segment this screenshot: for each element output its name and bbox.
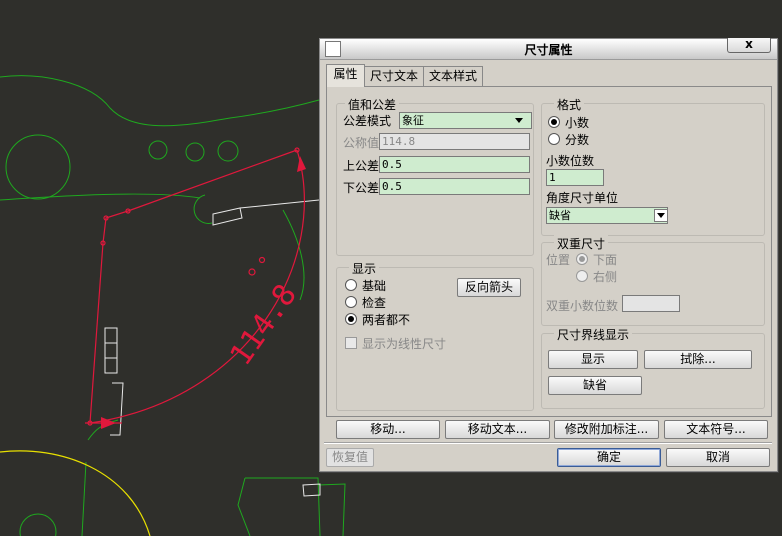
dual-decimals-field xyxy=(622,295,680,312)
fraction-label: 分数 xyxy=(565,133,590,147)
neither-label: 两者都不 xyxy=(362,313,411,327)
upper-tolerance-field[interactable]: 0.5 xyxy=(379,156,530,173)
format-group: 格式 小数 分数 小数位数 1 角度尺寸单位 缺省 xyxy=(541,96,765,236)
lower-tolerance-field[interactable]: 0.5 xyxy=(379,178,530,195)
linear-display-label: 显示为线性尺寸 xyxy=(362,337,447,351)
dual-below-radio[interactable] xyxy=(576,253,588,265)
basic-radio[interactable] xyxy=(345,279,357,291)
dimension-text[interactable]: 114.8 xyxy=(223,278,303,372)
show-witness-button[interactable]: 显示 xyxy=(548,350,638,369)
dual-decimals-label: 双重小数位数 xyxy=(546,299,619,313)
values-tolerance-group: 值和公差 公差模式 象征 公称值 114.8 上公差 0.5 下公差 0.5 xyxy=(336,96,534,256)
ok-button[interactable]: 确定 xyxy=(557,448,661,467)
decimal-radio[interactable] xyxy=(548,116,560,128)
decimal-label: 小数 xyxy=(565,116,590,130)
lower-tolerance-label: 下公差 xyxy=(343,181,380,195)
angle-unit-select[interactable]: 缺省 xyxy=(546,207,668,224)
dimension-properties-dialog: 尺寸属性 x 属性 尺寸文本 文本样式 值和公差 公差模式 象征 公称值 114… xyxy=(319,38,778,472)
close-icon: x xyxy=(745,37,753,51)
nominal-field: 114.8 xyxy=(379,133,530,150)
selected-edges xyxy=(104,199,321,497)
dialog-title: 尺寸属性 xyxy=(524,43,573,57)
angle-unit-dropdown-button[interactable] xyxy=(654,209,668,222)
inspect-radio[interactable] xyxy=(345,296,357,308)
decimal-places-field[interactable]: 1 xyxy=(546,169,604,186)
close-button[interactable]: x xyxy=(727,38,771,53)
values-tolerance-title: 值和公差 xyxy=(345,96,400,113)
flip-arrows-button[interactable]: 反向箭头 xyxy=(457,278,521,297)
cancel-button[interactable]: 取消 xyxy=(666,448,770,467)
tab-dimension-text[interactable]: 尺寸文本 xyxy=(364,66,424,87)
upper-tolerance-label: 上公差 xyxy=(343,159,380,173)
dual-dimension-group: 双重尺寸 位置 下面 右侧 双重小数位数 xyxy=(541,235,765,326)
witness-line-group: 尺寸界线显示 显示 拭除... 缺省 xyxy=(541,326,765,409)
dialog-titlebar: 尺寸属性 x xyxy=(320,38,777,60)
chevron-down-icon[interactable] xyxy=(515,118,523,123)
tab-properties[interactable]: 属性 xyxy=(326,64,365,87)
chevron-down-icon xyxy=(657,213,665,218)
basic-label: 基础 xyxy=(362,279,387,293)
inspect-label: 检查 xyxy=(362,296,387,310)
move-text-button[interactable]: 移动文本... xyxy=(445,420,550,439)
linear-display-checkbox[interactable] xyxy=(345,337,357,349)
format-title: 格式 xyxy=(554,96,585,113)
display-group: 显示 基础 检查 两者都不 反向箭头 显示为线性尺寸 xyxy=(336,260,534,411)
properties-panel: 值和公差 公差模式 象征 公称值 114.8 上公差 0.5 下公差 0.5 显… xyxy=(326,86,772,417)
dual-below-label: 下面 xyxy=(593,253,618,267)
nominal-label: 公称值 xyxy=(343,136,380,150)
text-symbol-button[interactable]: 文本符号... xyxy=(664,420,768,439)
dimension-arrowhead-top xyxy=(297,156,306,172)
display-title: 显示 xyxy=(349,260,380,277)
tolerance-mode-select[interactable]: 象征 xyxy=(399,112,532,129)
angle-unit-label: 角度尺寸单位 xyxy=(546,191,619,205)
move-button[interactable]: 移动... xyxy=(336,420,440,439)
tolerance-mode-value: 象征 xyxy=(402,114,424,127)
dual-position-label: 位置 xyxy=(546,253,571,267)
dual-dimension-title: 双重尺寸 xyxy=(554,235,609,252)
dual-right-label: 右侧 xyxy=(593,270,618,284)
fraction-radio[interactable] xyxy=(548,133,560,145)
angle-unit-value: 缺省 xyxy=(549,209,571,222)
restore-values-button[interactable]: 恢复值 xyxy=(326,448,374,467)
neither-radio[interactable] xyxy=(345,313,357,325)
default-witness-button[interactable]: 缺省 xyxy=(548,376,642,395)
decimal-places-label: 小数位数 xyxy=(546,154,595,168)
dual-right-radio[interactable] xyxy=(576,270,588,282)
footer-divider xyxy=(324,442,772,444)
tab-text-style[interactable]: 文本样式 xyxy=(423,66,483,87)
witness-line-title: 尺寸界线显示 xyxy=(554,326,633,343)
tolerance-mode-label: 公差模式 xyxy=(343,114,392,128)
edit-attached-note-button[interactable]: 修改附加标注... xyxy=(554,420,659,439)
erase-witness-button[interactable]: 拭除... xyxy=(644,350,752,369)
